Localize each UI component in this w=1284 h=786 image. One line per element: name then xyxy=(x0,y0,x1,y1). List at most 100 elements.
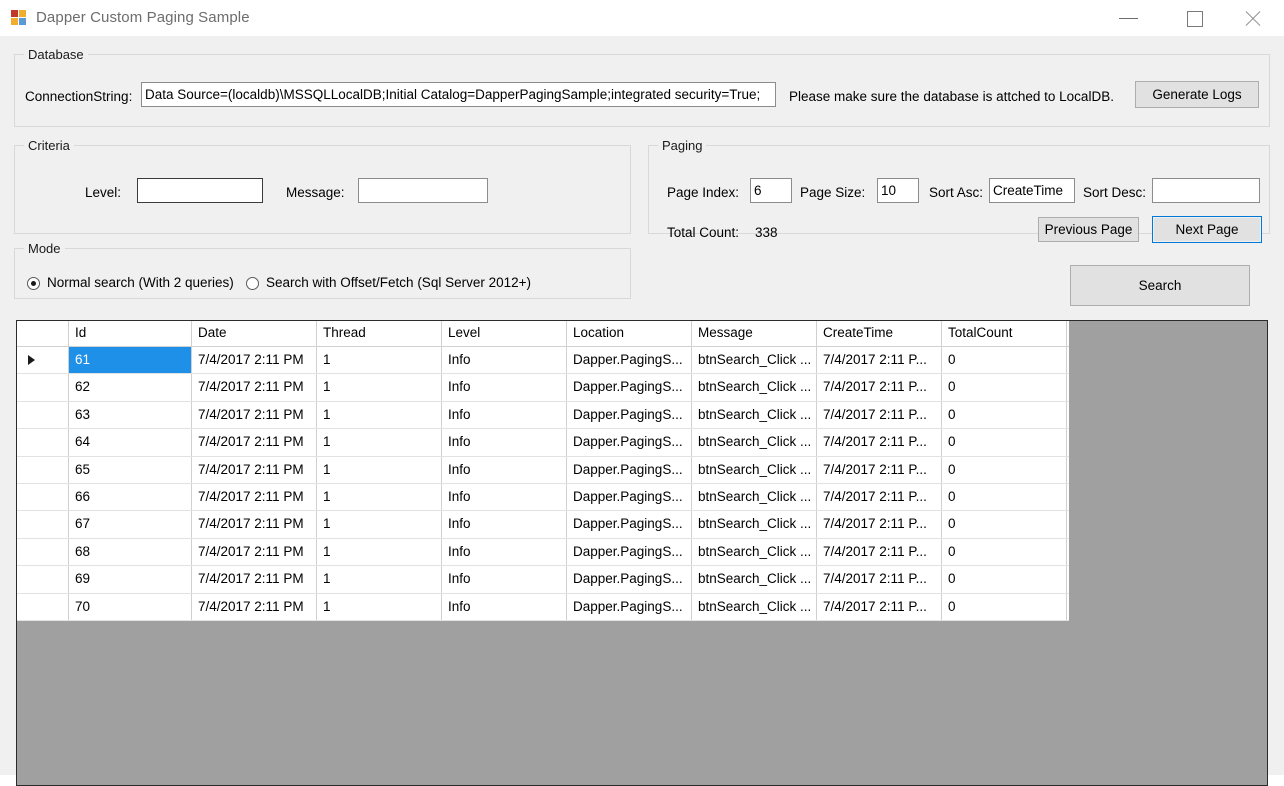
cell-date[interactable]: 7/4/2017 2:11 PM xyxy=(192,374,317,400)
cell-level[interactable]: Info xyxy=(442,347,567,373)
cell-date[interactable]: 7/4/2017 2:11 PM xyxy=(192,429,317,455)
cell-level[interactable]: Info xyxy=(442,511,567,537)
minimize-icon[interactable] xyxy=(1106,0,1152,37)
cell-date[interactable]: 7/4/2017 2:11 PM xyxy=(192,594,317,620)
cell-date[interactable]: 7/4/2017 2:11 PM xyxy=(192,539,317,565)
cell-createtime[interactable]: 7/4/2017 2:11 P... xyxy=(817,566,942,592)
cell-id[interactable]: 62 xyxy=(69,374,192,400)
cell-date[interactable]: 7/4/2017 2:11 PM xyxy=(192,566,317,592)
message-input[interactable] xyxy=(358,178,488,203)
cell-createtime[interactable]: 7/4/2017 2:11 P... xyxy=(817,347,942,373)
cell-level[interactable]: Info xyxy=(442,484,567,510)
cell-location[interactable]: Dapper.PagingS... xyxy=(567,347,692,373)
cell-id[interactable]: 68 xyxy=(69,539,192,565)
cell-message[interactable]: btnSearch_Click ... xyxy=(692,374,817,400)
row-selector-cell[interactable] xyxy=(17,347,69,373)
row-selector-cell[interactable] xyxy=(17,374,69,400)
table-row[interactable]: 687/4/2017 2:11 PM1InfoDapper.PagingS...… xyxy=(17,539,1069,566)
cell-thread[interactable]: 1 xyxy=(317,347,442,373)
cell-date[interactable]: 7/4/2017 2:11 PM xyxy=(192,484,317,510)
cell-message[interactable]: btnSearch_Click ... xyxy=(692,566,817,592)
grid-header-location[interactable]: Location xyxy=(567,321,692,346)
cell-date[interactable]: 7/4/2017 2:11 PM xyxy=(192,347,317,373)
table-row[interactable]: 627/4/2017 2:11 PM1InfoDapper.PagingS...… xyxy=(17,374,1069,401)
cell-level[interactable]: Info xyxy=(442,429,567,455)
cell-date[interactable]: 7/4/2017 2:11 PM xyxy=(192,511,317,537)
maximize-icon[interactable] xyxy=(1172,0,1218,37)
cell-id[interactable]: 69 xyxy=(69,566,192,592)
previous-page-button[interactable]: Previous Page xyxy=(1038,217,1139,242)
cell-totalcount[interactable]: 0 xyxy=(942,484,1067,510)
cell-totalcount[interactable]: 0 xyxy=(942,539,1067,565)
connection-string-input[interactable] xyxy=(141,82,776,107)
cell-createtime[interactable]: 7/4/2017 2:11 P... xyxy=(817,429,942,455)
cell-location[interactable]: Dapper.PagingS... xyxy=(567,566,692,592)
grid-header-id[interactable]: Id xyxy=(69,321,192,346)
cell-id[interactable]: 70 xyxy=(69,594,192,620)
cell-id[interactable]: 66 xyxy=(69,484,192,510)
cell-createtime[interactable]: 7/4/2017 2:11 P... xyxy=(817,484,942,510)
cell-id[interactable]: 64 xyxy=(69,429,192,455)
cell-totalcount[interactable]: 0 xyxy=(942,429,1067,455)
cell-message[interactable]: btnSearch_Click ... xyxy=(692,594,817,620)
cell-createtime[interactable]: 7/4/2017 2:11 P... xyxy=(817,402,942,428)
level-input[interactable] xyxy=(137,178,263,203)
cell-location[interactable]: Dapper.PagingS... xyxy=(567,402,692,428)
cell-level[interactable]: Info xyxy=(442,566,567,592)
grid-header-thread[interactable]: Thread xyxy=(317,321,442,346)
cell-location[interactable]: Dapper.PagingS... xyxy=(567,539,692,565)
row-selector-cell[interactable] xyxy=(17,539,69,565)
table-row[interactable]: 657/4/2017 2:11 PM1InfoDapper.PagingS...… xyxy=(17,457,1069,484)
table-row[interactable]: 677/4/2017 2:11 PM1InfoDapper.PagingS...… xyxy=(17,511,1069,538)
cell-id[interactable]: 61 xyxy=(69,347,192,373)
row-selector-cell[interactable] xyxy=(17,457,69,483)
cell-message[interactable]: btnSearch_Click ... xyxy=(692,457,817,483)
cell-thread[interactable]: 1 xyxy=(317,374,442,400)
next-page-button[interactable]: Next Page xyxy=(1152,216,1262,243)
row-selector-cell[interactable] xyxy=(17,429,69,455)
table-row[interactable]: 707/4/2017 2:11 PM1InfoDapper.PagingS...… xyxy=(17,594,1069,621)
cell-message[interactable]: btnSearch_Click ... xyxy=(692,402,817,428)
table-row[interactable]: 647/4/2017 2:11 PM1InfoDapper.PagingS...… xyxy=(17,429,1069,456)
cell-createtime[interactable]: 7/4/2017 2:11 P... xyxy=(817,457,942,483)
table-row[interactable]: 667/4/2017 2:11 PM1InfoDapper.PagingS...… xyxy=(17,484,1069,511)
cell-message[interactable]: btnSearch_Click ... xyxy=(692,429,817,455)
table-row[interactable]: 697/4/2017 2:11 PM1InfoDapper.PagingS...… xyxy=(17,566,1069,593)
cell-createtime[interactable]: 7/4/2017 2:11 P... xyxy=(817,511,942,537)
cell-id[interactable]: 63 xyxy=(69,402,192,428)
row-selector-cell[interactable] xyxy=(17,402,69,428)
row-selector-cell[interactable] xyxy=(17,484,69,510)
search-button[interactable]: Search xyxy=(1070,265,1250,306)
table-row[interactable]: 637/4/2017 2:11 PM1InfoDapper.PagingS...… xyxy=(17,402,1069,429)
row-selector-cell[interactable] xyxy=(17,511,69,537)
log-data-grid[interactable]: Id Date Thread Level Location Message Cr… xyxy=(16,320,1268,786)
page-size-input[interactable] xyxy=(877,178,919,203)
radio-offset-icon[interactable] xyxy=(246,277,259,290)
cell-location[interactable]: Dapper.PagingS... xyxy=(567,594,692,620)
cell-id[interactable]: 65 xyxy=(69,457,192,483)
cell-date[interactable]: 7/4/2017 2:11 PM xyxy=(192,402,317,428)
cell-thread[interactable]: 1 xyxy=(317,402,442,428)
cell-thread[interactable]: 1 xyxy=(317,429,442,455)
cell-level[interactable]: Info xyxy=(442,374,567,400)
cell-createtime[interactable]: 7/4/2017 2:11 P... xyxy=(817,539,942,565)
cell-level[interactable]: Info xyxy=(442,402,567,428)
cell-thread[interactable]: 1 xyxy=(317,484,442,510)
row-selector-cell[interactable] xyxy=(17,566,69,592)
cell-message[interactable]: btnSearch_Click ... xyxy=(692,539,817,565)
cell-date[interactable]: 7/4/2017 2:11 PM xyxy=(192,457,317,483)
cell-totalcount[interactable]: 0 xyxy=(942,374,1067,400)
cell-totalcount[interactable]: 0 xyxy=(942,511,1067,537)
cell-totalcount[interactable]: 0 xyxy=(942,566,1067,592)
cell-level[interactable]: Info xyxy=(442,539,567,565)
cell-totalcount[interactable]: 0 xyxy=(942,594,1067,620)
grid-header-date[interactable]: Date xyxy=(192,321,317,346)
cell-thread[interactable]: 1 xyxy=(317,566,442,592)
cell-message[interactable]: btnSearch_Click ... xyxy=(692,347,817,373)
radio-normal-icon[interactable] xyxy=(27,277,40,290)
cell-location[interactable]: Dapper.PagingS... xyxy=(567,457,692,483)
cell-thread[interactable]: 1 xyxy=(317,511,442,537)
cell-level[interactable]: Info xyxy=(442,594,567,620)
cell-id[interactable]: 67 xyxy=(69,511,192,537)
cell-createtime[interactable]: 7/4/2017 2:11 P... xyxy=(817,594,942,620)
